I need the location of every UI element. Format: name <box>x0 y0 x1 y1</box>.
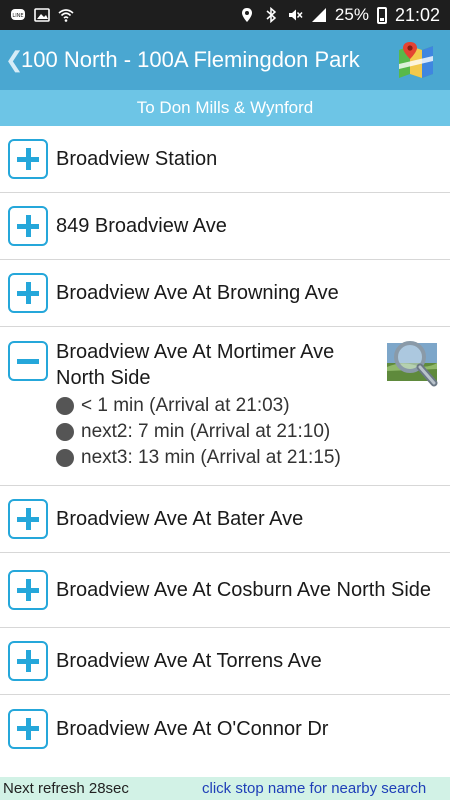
arrival-item: next3: 13 min (Arrival at 21:15) <box>56 445 376 471</box>
stop-name[interactable]: Broadview Ave At Bater Ave <box>56 506 303 532</box>
arrival-text: next3: 13 min (Arrival at 21:15) <box>81 447 341 468</box>
signal-icon <box>311 7 327 23</box>
minus-icon[interactable] <box>8 341 48 381</box>
stop-details: Broadview Ave At Mortimer Ave North Side… <box>56 339 376 471</box>
stop-name[interactable]: Broadview Ave At Cosburn Ave North Side <box>56 577 436 603</box>
status-right: 25% 21:02 <box>239 5 440 26</box>
arrival-item: < 1 min (Arrival at 21:03) <box>56 393 376 419</box>
stop-name[interactable]: 849 Broadview Ave <box>56 213 227 239</box>
stop-row[interactable]: Broadview Ave At O'Connor Dr <box>0 695 450 762</box>
plus-icon[interactable] <box>8 206 48 246</box>
direction-header: To Don Mills & Wynford <box>0 90 450 126</box>
image-icon <box>34 7 50 23</box>
stop-row[interactable]: Broadview Ave At Bater Ave <box>0 486 450 553</box>
stop-name[interactable]: Broadview Ave At O'Connor Dr <box>56 716 328 742</box>
svg-text:LINE: LINE <box>12 13 23 19</box>
stop-row[interactable]: Broadview Ave At Browning Ave <box>0 260 450 327</box>
status-bar: LINE 25% 21:02 <box>0 0 450 30</box>
plus-icon[interactable] <box>8 499 48 539</box>
plus-icon[interactable] <box>8 139 48 179</box>
stop-row-expanded[interactable]: Broadview Ave At Mortimer Ave North Side… <box>0 327 450 486</box>
mute-icon <box>287 7 303 23</box>
stop-row[interactable]: Broadview Ave At Torrens Ave <box>0 628 450 695</box>
line-icon: LINE <box>10 7 26 23</box>
arrival-item: next2: 7 min (Arrival at 21:10) <box>56 419 376 445</box>
map-icon[interactable] <box>396 40 436 80</box>
route-title[interactable]: 100 North - 100A Flemingdon Park <box>21 47 371 73</box>
footer-bar: Next refresh 28sec click stop name for n… <box>0 777 450 800</box>
stop-name[interactable]: Broadview Station <box>56 146 217 172</box>
stop-row[interactable]: Broadview Station <box>0 126 450 193</box>
battery-percent: 25% <box>334 5 369 24</box>
bluetooth-icon <box>263 7 279 23</box>
wifi-icon <box>58 7 74 23</box>
battery-icon <box>376 6 387 24</box>
arrival-text: next2: 7 min (Arrival at 21:10) <box>81 421 331 442</box>
dot-icon <box>56 449 74 467</box>
dot-icon <box>56 397 74 415</box>
plus-icon[interactable] <box>8 708 48 749</box>
arrival-list: < 1 min (Arrival at 21:03) next2: 7 min … <box>56 393 376 471</box>
plus-icon[interactable] <box>8 570 48 610</box>
clock: 21:02 <box>394 4 440 25</box>
status-left: LINE <box>10 7 74 23</box>
refresh-countdown: Next refresh 28sec <box>3 780 129 797</box>
stop-list: Broadview Station 849 Broadview Ave Broa… <box>0 126 450 762</box>
app-bar: ❮ 100 North - 100A Flemingdon Park <box>0 30 450 90</box>
nearby-search-hint: click stop name for nearby search <box>202 780 427 797</box>
dot-icon <box>56 423 74 441</box>
stop-row[interactable]: 849 Broadview Ave <box>0 193 450 260</box>
plus-icon[interactable] <box>8 273 48 313</box>
stop-name[interactable]: Broadview Ave At Torrens Ave <box>56 648 322 674</box>
plus-icon[interactable] <box>8 641 48 681</box>
arrival-text: < 1 min (Arrival at 21:03) <box>81 395 290 416</box>
location-icon <box>239 7 255 23</box>
back-chevron-icon[interactable]: ❮ <box>5 47 23 73</box>
stop-row[interactable]: Broadview Ave At Cosburn Ave North Side <box>0 553 450 628</box>
magnifier-icon[interactable] <box>386 339 440 387</box>
stop-name[interactable]: Broadview Ave At Browning Ave <box>56 280 339 306</box>
stop-name[interactable]: Broadview Ave At Mortimer Ave North Side <box>56 339 376 391</box>
